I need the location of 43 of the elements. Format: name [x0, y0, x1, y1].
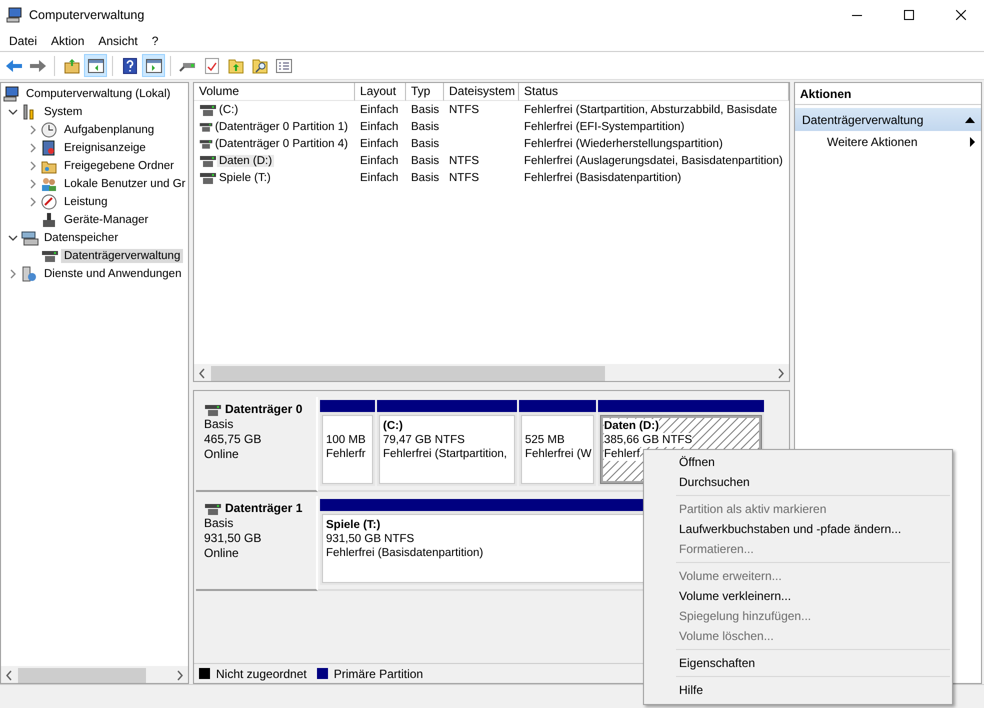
legend-label: Nicht zugeordnet: [216, 666, 307, 680]
partition-size: 100 MB: [326, 433, 366, 447]
disk-type: Basis: [204, 417, 234, 432]
window-title: Computerverwaltung: [29, 8, 146, 22]
table-cell: Basis: [411, 120, 440, 132]
partition-label: (C:): [383, 419, 403, 433]
table-cell: Fehlerfrei (Basisdatenpartition): [524, 172, 682, 184]
table-cell: NTFS: [449, 172, 480, 184]
partition-size: 525 MB: [525, 433, 565, 447]
partition-status: Fehlerf: [604, 447, 640, 461]
table-cell: Basis: [411, 138, 440, 150]
disk-type: Basis: [204, 516, 234, 531]
disk-name: Datenträger 0: [225, 402, 302, 417]
partition-label: Spiele (T:): [326, 518, 380, 532]
table-cell: Einfach: [360, 120, 398, 132]
partition-size: 931,50 GB NTFS: [326, 532, 414, 546]
legend-label: Primäre Partition: [334, 666, 424, 680]
disk-status: Online: [204, 546, 240, 561]
actions-title: Aktionen: [795, 83, 981, 105]
table-cell: Basis: [411, 104, 440, 116]
disk-size: 465,75 GB: [204, 432, 262, 447]
table-cell: Einfach: [360, 172, 398, 184]
partition-size: 79,47 GB NTFS: [383, 433, 465, 447]
disk-size: 931,50 GB: [204, 531, 262, 546]
table-cell: Basis: [411, 172, 440, 184]
disk-name: Datenträger 1: [225, 501, 302, 516]
partition-status: Fehlerfrei (W: [525, 447, 592, 461]
disk-status: Online: [204, 447, 240, 462]
table-cell: Fehlerfrei (Startpartition, Absturzabbild, Basisdate: [524, 104, 778, 116]
partition-label: Daten (D:): [604, 419, 659, 433]
partition-status: Fehlerfrei (Basisdatenpartition): [326, 546, 484, 560]
table-cell: Einfach: [360, 104, 398, 116]
table-cell: Einfach: [360, 138, 398, 150]
table-cell: Basis: [411, 154, 440, 166]
partition-status: Fehlerfrei (Startpartition,: [383, 447, 507, 461]
table-cell: Fehlerfrei (EFI-Systempartition): [524, 120, 684, 132]
partition-status: Fehlerfr: [326, 447, 366, 461]
table-cell: Fehlerfrei (Auslagerungsdatei, Basisdatenpartition): [524, 154, 783, 166]
table-cell: Fehlerfrei (Wiederherstellungspartition): [524, 138, 723, 150]
table-cell: Einfach: [360, 154, 398, 166]
table-cell: NTFS: [449, 104, 480, 116]
partition-size: 385,66 GB NTFS: [604, 433, 692, 447]
table-cell: NTFS: [449, 154, 480, 166]
